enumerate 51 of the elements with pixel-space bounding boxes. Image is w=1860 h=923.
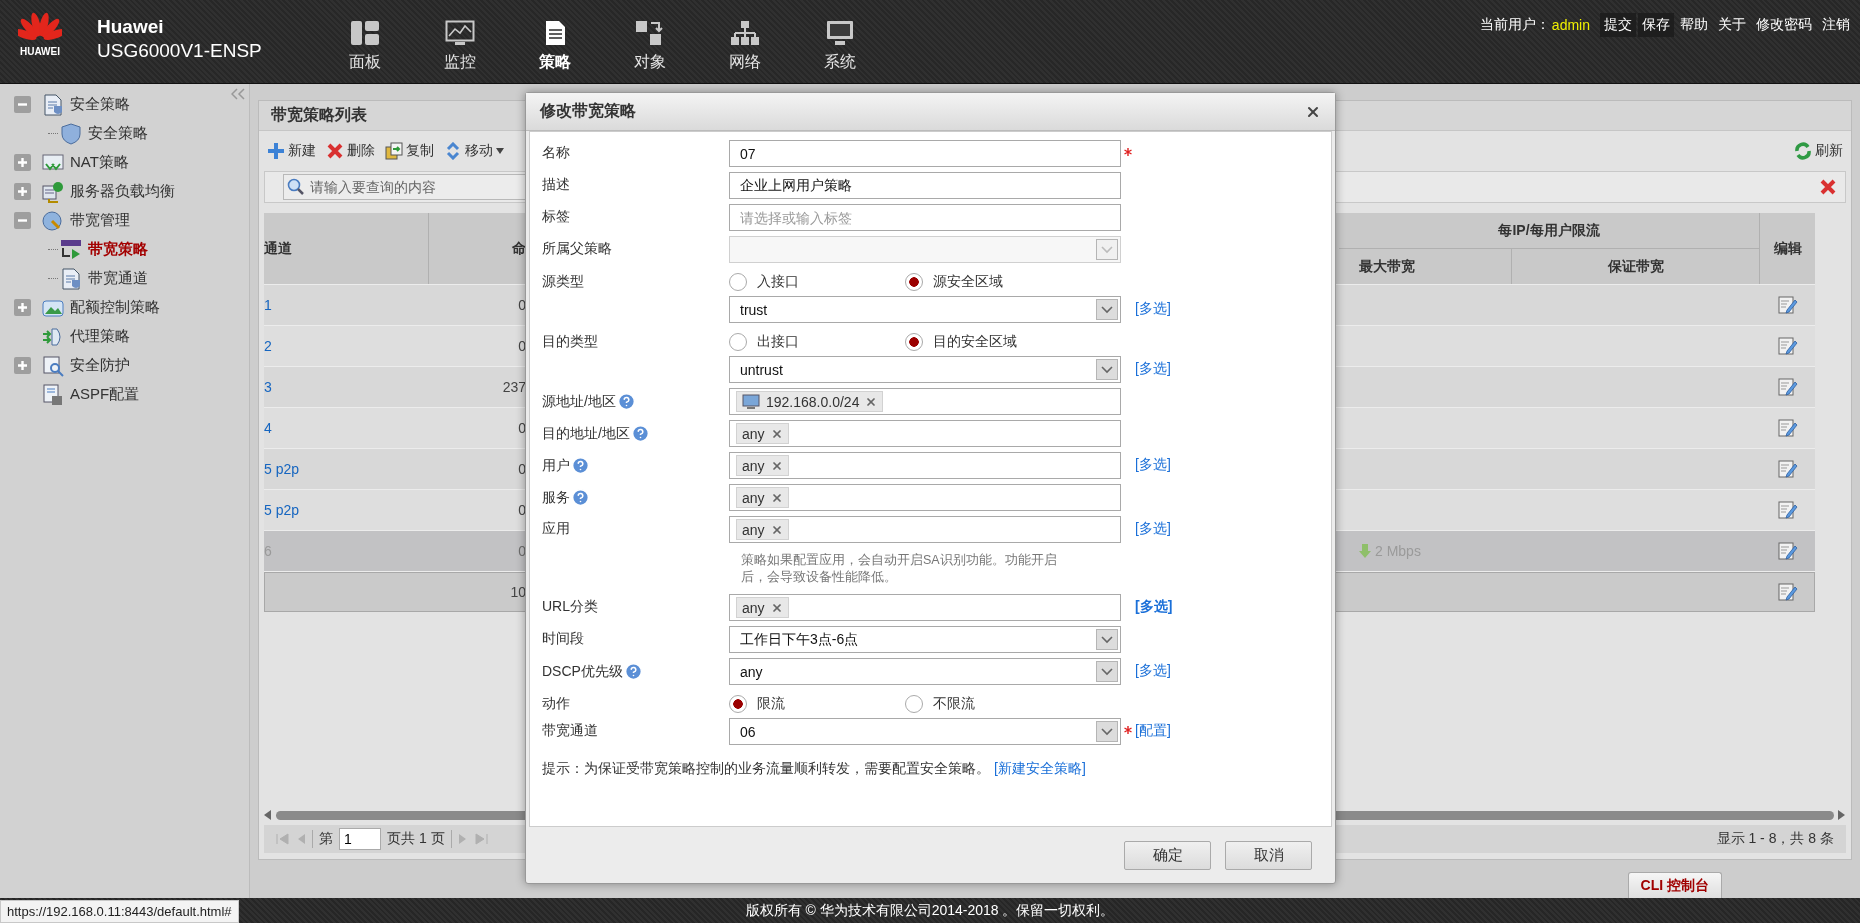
field-label: 服务 xyxy=(542,488,570,507)
tip-text: 提示：为保证受带宽策略控制的业务流量顺利转发，需要配置安全策略。 [新建安全策略] xyxy=(542,760,1087,778)
field-label: DSCP优先级 xyxy=(542,662,623,681)
radio-label: 目的安全区域 xyxy=(933,333,1017,351)
hit-count: 10 xyxy=(510,584,526,600)
record-summary: 显示 1 - 8，共 8 条 xyxy=(1716,830,1834,848)
hit-count: 0 xyxy=(518,461,526,477)
tag-text: 192.168.0.0/24 xyxy=(766,393,860,410)
field-label: 所属父策略 xyxy=(542,240,612,258)
tag-text: any xyxy=(742,457,765,474)
tag-text: any xyxy=(742,489,765,506)
hint-text: 策略如果配置应用，会自动开启SA识别功能。功能开启后，会导致设备性能降低。 xyxy=(740,552,1058,586)
field-label: 时间段 xyxy=(542,630,584,648)
device-model: USG6000V1-ENSP xyxy=(97,40,263,62)
field-label: URL分类 xyxy=(542,598,598,616)
tag-text: any xyxy=(742,521,765,538)
radio-label: 出接口 xyxy=(757,333,799,351)
field-label: 目的地址/地区 xyxy=(542,424,630,443)
user-name: admin xyxy=(1551,17,1590,33)
radio-label: 入接口 xyxy=(757,273,799,291)
column-header: 每IP/每用户限流 xyxy=(1339,213,1760,249)
hit-count: 0 xyxy=(518,297,526,313)
page-total: 页共 1 页 xyxy=(387,830,445,848)
logo-text: HUAWEI xyxy=(20,46,60,57)
user-label: 当前用户： xyxy=(1479,16,1550,34)
tag-text: any xyxy=(742,599,765,616)
dialog-title: 修改带宽策略 xyxy=(540,101,636,121)
field-label: 带宽通道 xyxy=(542,722,598,740)
hit-count: 0 xyxy=(518,502,526,518)
field-label: 标签 xyxy=(542,208,570,226)
status-url: https://192.168.0.11:8443/default.html# xyxy=(0,900,239,923)
radio-label: 不限流 xyxy=(933,695,975,713)
page-label: 第 xyxy=(319,830,333,848)
radio-label: 源安全区域 xyxy=(933,273,1003,291)
field-label: 用户 xyxy=(542,456,570,475)
column-header: 编辑 xyxy=(1772,238,1803,258)
hit-count: 0 xyxy=(518,338,526,354)
hit-count: 237 xyxy=(502,379,526,395)
field-label: 应用 xyxy=(542,520,570,538)
product-name: Huawei xyxy=(97,16,165,38)
radio-label: 限流 xyxy=(757,695,785,713)
hit-count: 0 xyxy=(518,543,526,559)
field-label: 名称 xyxy=(542,144,570,162)
column-header: 命 xyxy=(511,238,526,258)
tag-text: any xyxy=(742,425,765,442)
field-label: 动作 xyxy=(542,695,570,713)
field-label: 描述 xyxy=(542,176,570,194)
hit-count: 0 xyxy=(518,420,526,436)
field-label: 目的类型 xyxy=(542,333,598,351)
field-label: 源类型 xyxy=(542,273,584,291)
field-label: 源地址/地区 xyxy=(542,392,616,411)
